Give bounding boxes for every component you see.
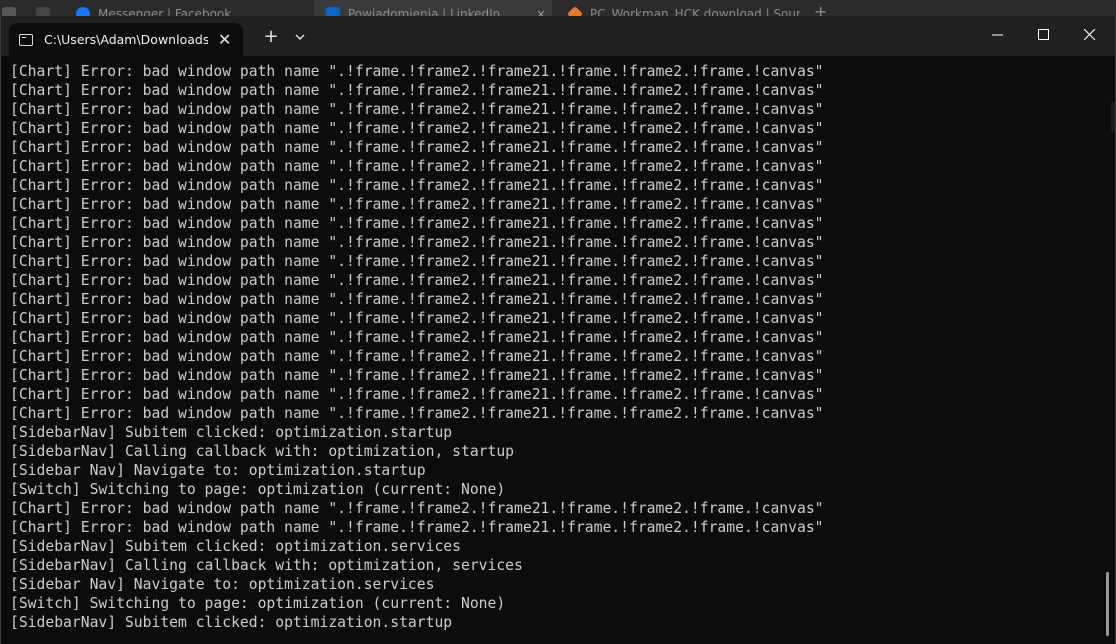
browser-tab-label: PC_Workman_HCK download | Sour: [590, 7, 800, 16]
maximize-button[interactable]: [1021, 16, 1067, 52]
pinned-tab-icon: [2, 7, 16, 16]
messenger-favicon-icon: [76, 7, 90, 16]
console-line: [Chart] Error: bad window path name ".!f…: [10, 310, 824, 327]
console-line: [Switch] Switching to page: optimization…: [10, 481, 506, 498]
linkedin-favicon-icon: [326, 7, 340, 16]
new-tab-button[interactable]: +: [261, 27, 281, 47]
scrollbar-track: [1111, 102, 1115, 132]
chevron-down-icon: [295, 34, 305, 40]
close-icon: [1084, 29, 1096, 41]
console-line: [SidebarNav] Calling callback with: opti…: [10, 557, 523, 574]
console-line: [Chart] Error: bad window path name ".!f…: [10, 519, 824, 536]
browser-tab-label: Messenger | Facebook: [98, 7, 232, 16]
console-line: [SidebarNav] Subitem clicked: optimizati…: [10, 538, 461, 555]
console-line: [Chart] Error: bad window path name ".!f…: [10, 82, 824, 99]
console-line: [Chart] Error: bad window path name ".!f…: [10, 177, 824, 194]
console-line: [Chart] Error: bad window path name ".!f…: [10, 253, 824, 270]
pinned-tab-icon: [36, 7, 50, 16]
console-line: [Sidebar Nav] Navigate to: optimization.…: [10, 462, 426, 479]
sourceforge-favicon-icon: [568, 6, 583, 16]
plus-icon: +: [263, 26, 279, 47]
console-line: [Sidebar Nav] Navigate to: optimization.…: [10, 576, 435, 593]
console-line: [Switch] Switching to page: optimization…: [10, 595, 506, 612]
console-line: [SidebarNav] Subitem clicked: optimizati…: [10, 614, 453, 631]
console-line: [Chart] Error: bad window path name ".!f…: [10, 139, 824, 156]
console-icon: [19, 33, 33, 46]
browser-pinned-tab[interactable]: [30, 0, 64, 16]
terminal-window: C:\Users\Adam\Downloads\PC ✕ +: [0, 16, 1116, 644]
maximize-icon: [1038, 29, 1049, 40]
console-line: [Chart] Error: bad window path name ".!f…: [10, 120, 824, 137]
browser-tab-sourceforge[interactable]: PC_Workman_HCK download | Sour: [568, 0, 800, 16]
console-line: [Chart] Error: bad window path name ".!f…: [10, 329, 824, 346]
console-line: [Chart] Error: bad window path name ".!f…: [10, 234, 824, 251]
close-window-button[interactable]: [1067, 16, 1113, 52]
console-line: [Chart] Error: bad window path name ".!f…: [10, 367, 824, 384]
terminal-titlebar[interactable]: C:\Users\Adam\Downloads\PC ✕ +: [1, 16, 1115, 56]
browser-tab-messenger[interactable]: Messenger | Facebook: [76, 0, 308, 16]
close-icon[interactable]: ×: [536, 7, 546, 16]
console-line: [SidebarNav] Calling callback with: opti…: [10, 443, 515, 460]
console-line: [Chart] Error: bad window path name ".!f…: [10, 158, 824, 175]
background-browser-tabstrip: Messenger | Facebook Powiadomienia | Lin…: [0, 0, 1116, 16]
console-line: [Chart] Error: bad window path name ".!f…: [10, 348, 824, 365]
console-line: [Chart] Error: bad window path name ".!f…: [10, 101, 824, 118]
console-line: [SidebarNav] Subitem clicked: optimizati…: [10, 424, 453, 441]
browser-pinned-tab[interactable]: [0, 0, 22, 16]
close-icon[interactable]: ✕: [218, 30, 231, 49]
browser-new-tab-button[interactable]: +: [814, 0, 834, 16]
minimize-button[interactable]: [975, 16, 1021, 52]
browser-tab-label: Powiadomienia | LinkedIn: [348, 7, 501, 16]
console-line: [Chart] Error: bad window path name ".!f…: [10, 291, 824, 308]
console-line: [Chart] Error: bad window path name ".!f…: [10, 386, 824, 403]
minimize-icon: [992, 34, 1003, 36]
console-line: [Chart] Error: bad window path name ".!f…: [10, 215, 824, 232]
console-line: [Chart] Error: bad window path name ".!f…: [10, 196, 824, 213]
terminal-tab-title: C:\Users\Adam\Downloads\PC: [44, 32, 208, 47]
plus-icon: +: [814, 2, 828, 16]
console-line: [Chart] Error: bad window path name ".!f…: [10, 405, 824, 422]
profile-dropdown-button[interactable]: [291, 27, 309, 47]
terminal-tab[interactable]: C:\Users\Adam\Downloads\PC ✕: [9, 23, 243, 56]
console-line: [Chart] Error: bad window path name ".!f…: [10, 272, 824, 289]
console-output[interactable]: [Chart] Error: bad window path name ".!f…: [10, 62, 1100, 642]
scrollbar-thumb[interactable]: [1106, 572, 1109, 636]
browser-tab-linkedin[interactable]: Powiadomienia | LinkedIn ×: [314, 0, 552, 16]
console-line: [Chart] Error: bad window path name ".!f…: [10, 63, 824, 80]
console-line: [Chart] Error: bad window path name ".!f…: [10, 500, 824, 517]
